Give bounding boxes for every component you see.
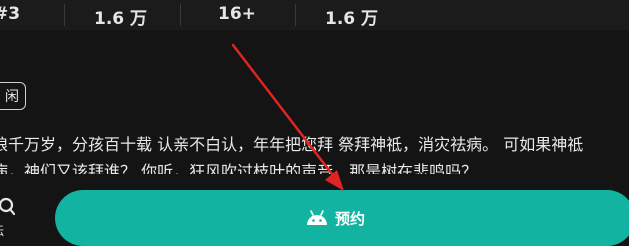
stat-divider <box>64 4 65 26</box>
forum-icon <box>0 197 16 216</box>
reserve-button-label: 预约 <box>334 209 365 228</box>
stat-rank: #3 <box>0 4 21 24</box>
stats-row: #3 1.6 万 16+ 1.6 万 <box>0 0 629 30</box>
reserve-button[interactable]: 预约 <box>55 190 629 246</box>
genre-tag[interactable]: 闲 <box>0 82 26 110</box>
stat-downloads: 1.6 万 <box>94 9 148 29</box>
forum-tab-label: 坛 <box>0 222 4 239</box>
stat-divider <box>180 4 181 26</box>
stat-followers: 1.6 万 <box>325 9 379 29</box>
stat-age-rating: 16+ <box>218 4 256 24</box>
game-description-line: 狼千万岁，分孩百十载 认亲不白认，年年把您拜 祭拜神祗，消灾祛病。 可如果神祗 <box>0 135 584 154</box>
forum-tab[interactable]: 坛 <box>0 196 22 243</box>
android-icon <box>306 210 327 225</box>
stat-divider <box>295 4 296 26</box>
